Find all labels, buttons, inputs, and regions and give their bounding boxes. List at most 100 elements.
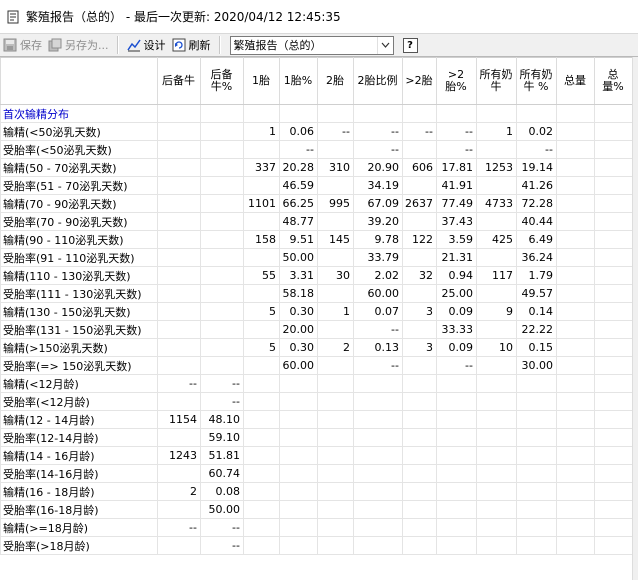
table-cell: 50.00 bbox=[200, 500, 244, 519]
table-cell bbox=[353, 392, 403, 411]
table-cell bbox=[279, 104, 318, 123]
column-header[interactable]: 所有奶牛 % bbox=[516, 57, 557, 105]
table-row[interactable]: 受胎率(<50泌乳天数) -- -- -- -- bbox=[0, 140, 633, 159]
table-row[interactable]: 输精(>=18月龄) -- -- bbox=[0, 518, 633, 537]
table-cell bbox=[279, 500, 318, 519]
column-header[interactable]: 1胎 bbox=[243, 57, 280, 105]
table-cell bbox=[243, 374, 280, 393]
table-row[interactable]: 受胎率(12-14月龄) 59.10 bbox=[0, 428, 633, 447]
table-cell bbox=[157, 266, 201, 285]
table-cell: 58.18 bbox=[279, 284, 318, 303]
table-row[interactable]: 受胎率(<12月龄) -- bbox=[0, 392, 633, 411]
save-as-button[interactable]: 另存为... bbox=[45, 35, 112, 55]
table-cell bbox=[243, 248, 280, 267]
table-row[interactable]: 输精(>150泌乳天数) 5 0.30 2 0.13 3 0.09 10 0.15 bbox=[0, 338, 633, 357]
row-label: 受胎率(51 - 70泌乳天数) bbox=[0, 176, 158, 195]
table-cell bbox=[594, 320, 633, 339]
column-header[interactable]: >2胎% bbox=[436, 57, 477, 105]
table-cell: -- bbox=[353, 320, 403, 339]
table-row[interactable]: 受胎率(51 - 70泌乳天数) 46.59 34.19 41.91 41.26 bbox=[0, 176, 633, 195]
table-row[interactable]: 受胎率(91 - 110泌乳天数) 50.00 33.79 21.31 36.24 bbox=[0, 248, 633, 267]
table-cell bbox=[317, 518, 354, 537]
row-label: 输精(14 - 16月龄) bbox=[0, 446, 158, 465]
vertical-scrollbar[interactable] bbox=[632, 57, 638, 580]
table-cell bbox=[476, 464, 517, 483]
table-row[interactable]: 首次输精分布 bbox=[0, 104, 633, 123]
table-row[interactable]: 输精(70 - 90泌乳天数) 1101 66.25 995 67.09 2637 77.4… bbox=[0, 194, 633, 213]
refresh-button[interactable]: 刷新 bbox=[169, 35, 214, 55]
row-label: 首次输精分布 bbox=[0, 104, 158, 123]
table-cell bbox=[436, 536, 477, 555]
table-cell bbox=[157, 536, 201, 555]
table-cell bbox=[157, 428, 201, 447]
table-cell bbox=[353, 536, 403, 555]
table-row[interactable]: 输精(<12月龄) -- -- bbox=[0, 374, 633, 393]
table-cell bbox=[317, 464, 354, 483]
table-cell bbox=[436, 392, 477, 411]
table-cell bbox=[157, 392, 201, 411]
table-cell bbox=[476, 428, 517, 447]
column-header[interactable]: 总量 bbox=[556, 57, 595, 105]
table-cell: -- bbox=[317, 122, 354, 141]
table-row[interactable]: 输精(90 - 110泌乳天数) 158 9.51 145 9.78 122 3.59 425… bbox=[0, 230, 633, 249]
table-cell bbox=[516, 446, 557, 465]
table-row[interactable]: 受胎率(=> 150泌乳天数) 60.00 -- -- 30.00 bbox=[0, 356, 633, 375]
table-cell: 2 bbox=[317, 338, 354, 357]
report-grid[interactable]: 后备牛 后备牛% 1胎 1胎% 2胎 2胎比例 >2胎 >2胎% 所有奶牛 所有奶牛 % 总量 总量%… bbox=[0, 57, 638, 580]
column-header[interactable]: 后备牛 bbox=[157, 57, 201, 105]
column-header[interactable]: 2胎比例 bbox=[353, 57, 403, 105]
chevron-down-icon[interactable] bbox=[376, 36, 393, 54]
table-cell bbox=[402, 104, 437, 123]
table-row[interactable]: 输精(12 - 14月龄) 1154 48.10 bbox=[0, 410, 633, 429]
table-row[interactable]: 输精(16 - 18月龄) 2 0.08 bbox=[0, 482, 633, 501]
column-header[interactable]: >2胎 bbox=[402, 57, 437, 105]
row-label: 输精(110 - 130泌乳天数) bbox=[0, 266, 158, 285]
table-cell: 20.00 bbox=[279, 320, 318, 339]
help-button[interactable]: ? bbox=[402, 37, 418, 53]
table-cell: -- bbox=[200, 536, 244, 555]
table-cell bbox=[353, 428, 403, 447]
table-row[interactable]: 输精(<50泌乳天数) 1 0.06 -- -- -- -- 1 0.02 bbox=[0, 122, 633, 141]
column-header[interactable]: 后备牛% bbox=[200, 57, 244, 105]
row-label: 受胎率(12-14月龄) bbox=[0, 428, 158, 447]
table-cell bbox=[516, 392, 557, 411]
table-cell bbox=[556, 518, 595, 537]
table-row[interactable]: 输精(50 - 70泌乳天数) 337 20.28 310 20.90 606 17.81 1… bbox=[0, 158, 633, 177]
table-cell bbox=[200, 230, 244, 249]
column-header[interactable]: 总量% bbox=[594, 57, 633, 105]
column-header[interactable]: 2胎 bbox=[317, 57, 354, 105]
table-cell: 0.30 bbox=[279, 338, 318, 357]
row-label: 输精(<12月龄) bbox=[0, 374, 158, 393]
table-row[interactable]: 输精(110 - 130泌乳天数) 55 3.31 30 2.02 32 0.94 117 1.… bbox=[0, 266, 633, 285]
table-cell: 0.15 bbox=[516, 338, 557, 357]
table-cell bbox=[594, 104, 633, 123]
table-cell: 59.10 bbox=[200, 428, 244, 447]
table-row[interactable]: 受胎率(131 - 150泌乳天数) 20.00 -- 33.33 22.22 bbox=[0, 320, 633, 339]
table-row[interactable]: 受胎率(16-18月龄) 50.00 bbox=[0, 500, 633, 519]
toolbar-separator bbox=[218, 36, 221, 54]
table-row[interactable]: 受胎率(111 - 130泌乳天数) 58.18 60.00 25.00 49.57 bbox=[0, 284, 633, 303]
row-label: 受胎率(<50泌乳天数) bbox=[0, 140, 158, 159]
table-cell bbox=[279, 428, 318, 447]
table-row[interactable]: 输精(130 - 150泌乳天数) 5 0.30 1 0.07 3 0.09 9 0.14 bbox=[0, 302, 633, 321]
table-cell: -- bbox=[157, 518, 201, 537]
column-header[interactable]: 1胎% bbox=[279, 57, 318, 105]
table-row[interactable]: 输精(14 - 16月龄) 1243 51.81 bbox=[0, 446, 633, 465]
table-cell: 0.08 bbox=[200, 482, 244, 501]
column-header[interactable]: 所有奶牛 bbox=[476, 57, 517, 105]
table-row[interactable]: 受胎率(14-16月龄) 60.74 bbox=[0, 464, 633, 483]
report-select[interactable]: 繁殖报告（总的） bbox=[229, 35, 394, 55]
table-cell bbox=[556, 212, 595, 231]
table-cell: 122 bbox=[402, 230, 437, 249]
save-button[interactable]: 保存 bbox=[0, 35, 45, 55]
table-row[interactable]: 受胎率(70 - 90泌乳天数) 48.77 39.20 37.43 40.44 bbox=[0, 212, 633, 231]
table-row[interactable]: 受胎率(>18月龄) -- bbox=[0, 536, 633, 555]
row-label: 输精(16 - 18月龄) bbox=[0, 482, 158, 501]
row-label: 受胎率(111 - 130泌乳天数) bbox=[0, 284, 158, 303]
table-cell bbox=[402, 392, 437, 411]
table-cell: -- bbox=[200, 374, 244, 393]
design-button[interactable]: 设计 bbox=[124, 35, 169, 55]
table-cell bbox=[200, 104, 244, 123]
column-header[interactable] bbox=[0, 57, 158, 105]
report-table: 后备牛 后备牛% 1胎 1胎% 2胎 2胎比例 >2胎 >2胎% 所有奶牛 所有奶牛 % 总量 总量%… bbox=[0, 57, 633, 555]
